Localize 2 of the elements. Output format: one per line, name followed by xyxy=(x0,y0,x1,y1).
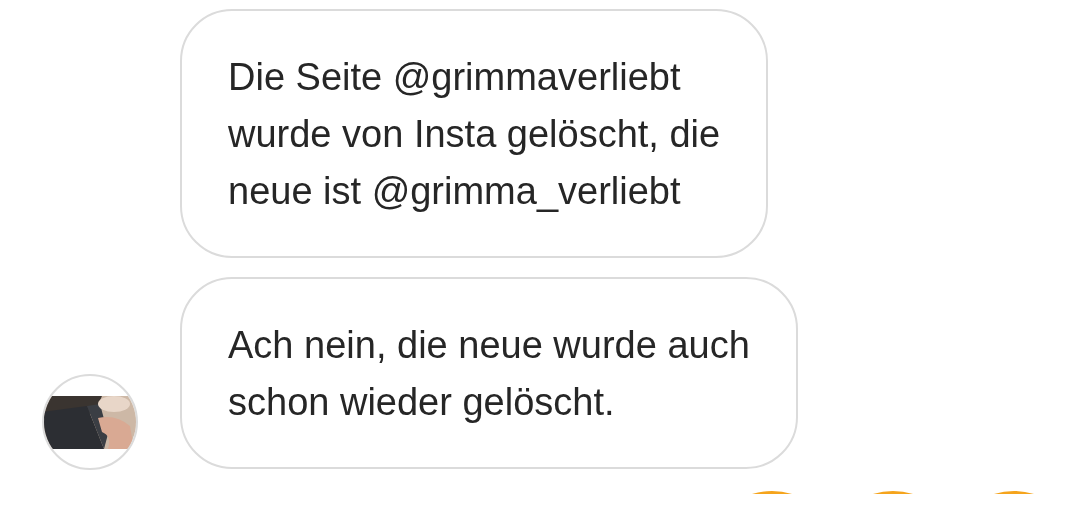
message-bubble: Die Seite @grimmaverliebt wurde von Insta gelöscht, die neue ist @grimma_verliebt xyxy=(180,9,769,258)
message-bubble: Ach nein, die neue wurde auch schon wieder gelöscht. xyxy=(180,277,798,469)
